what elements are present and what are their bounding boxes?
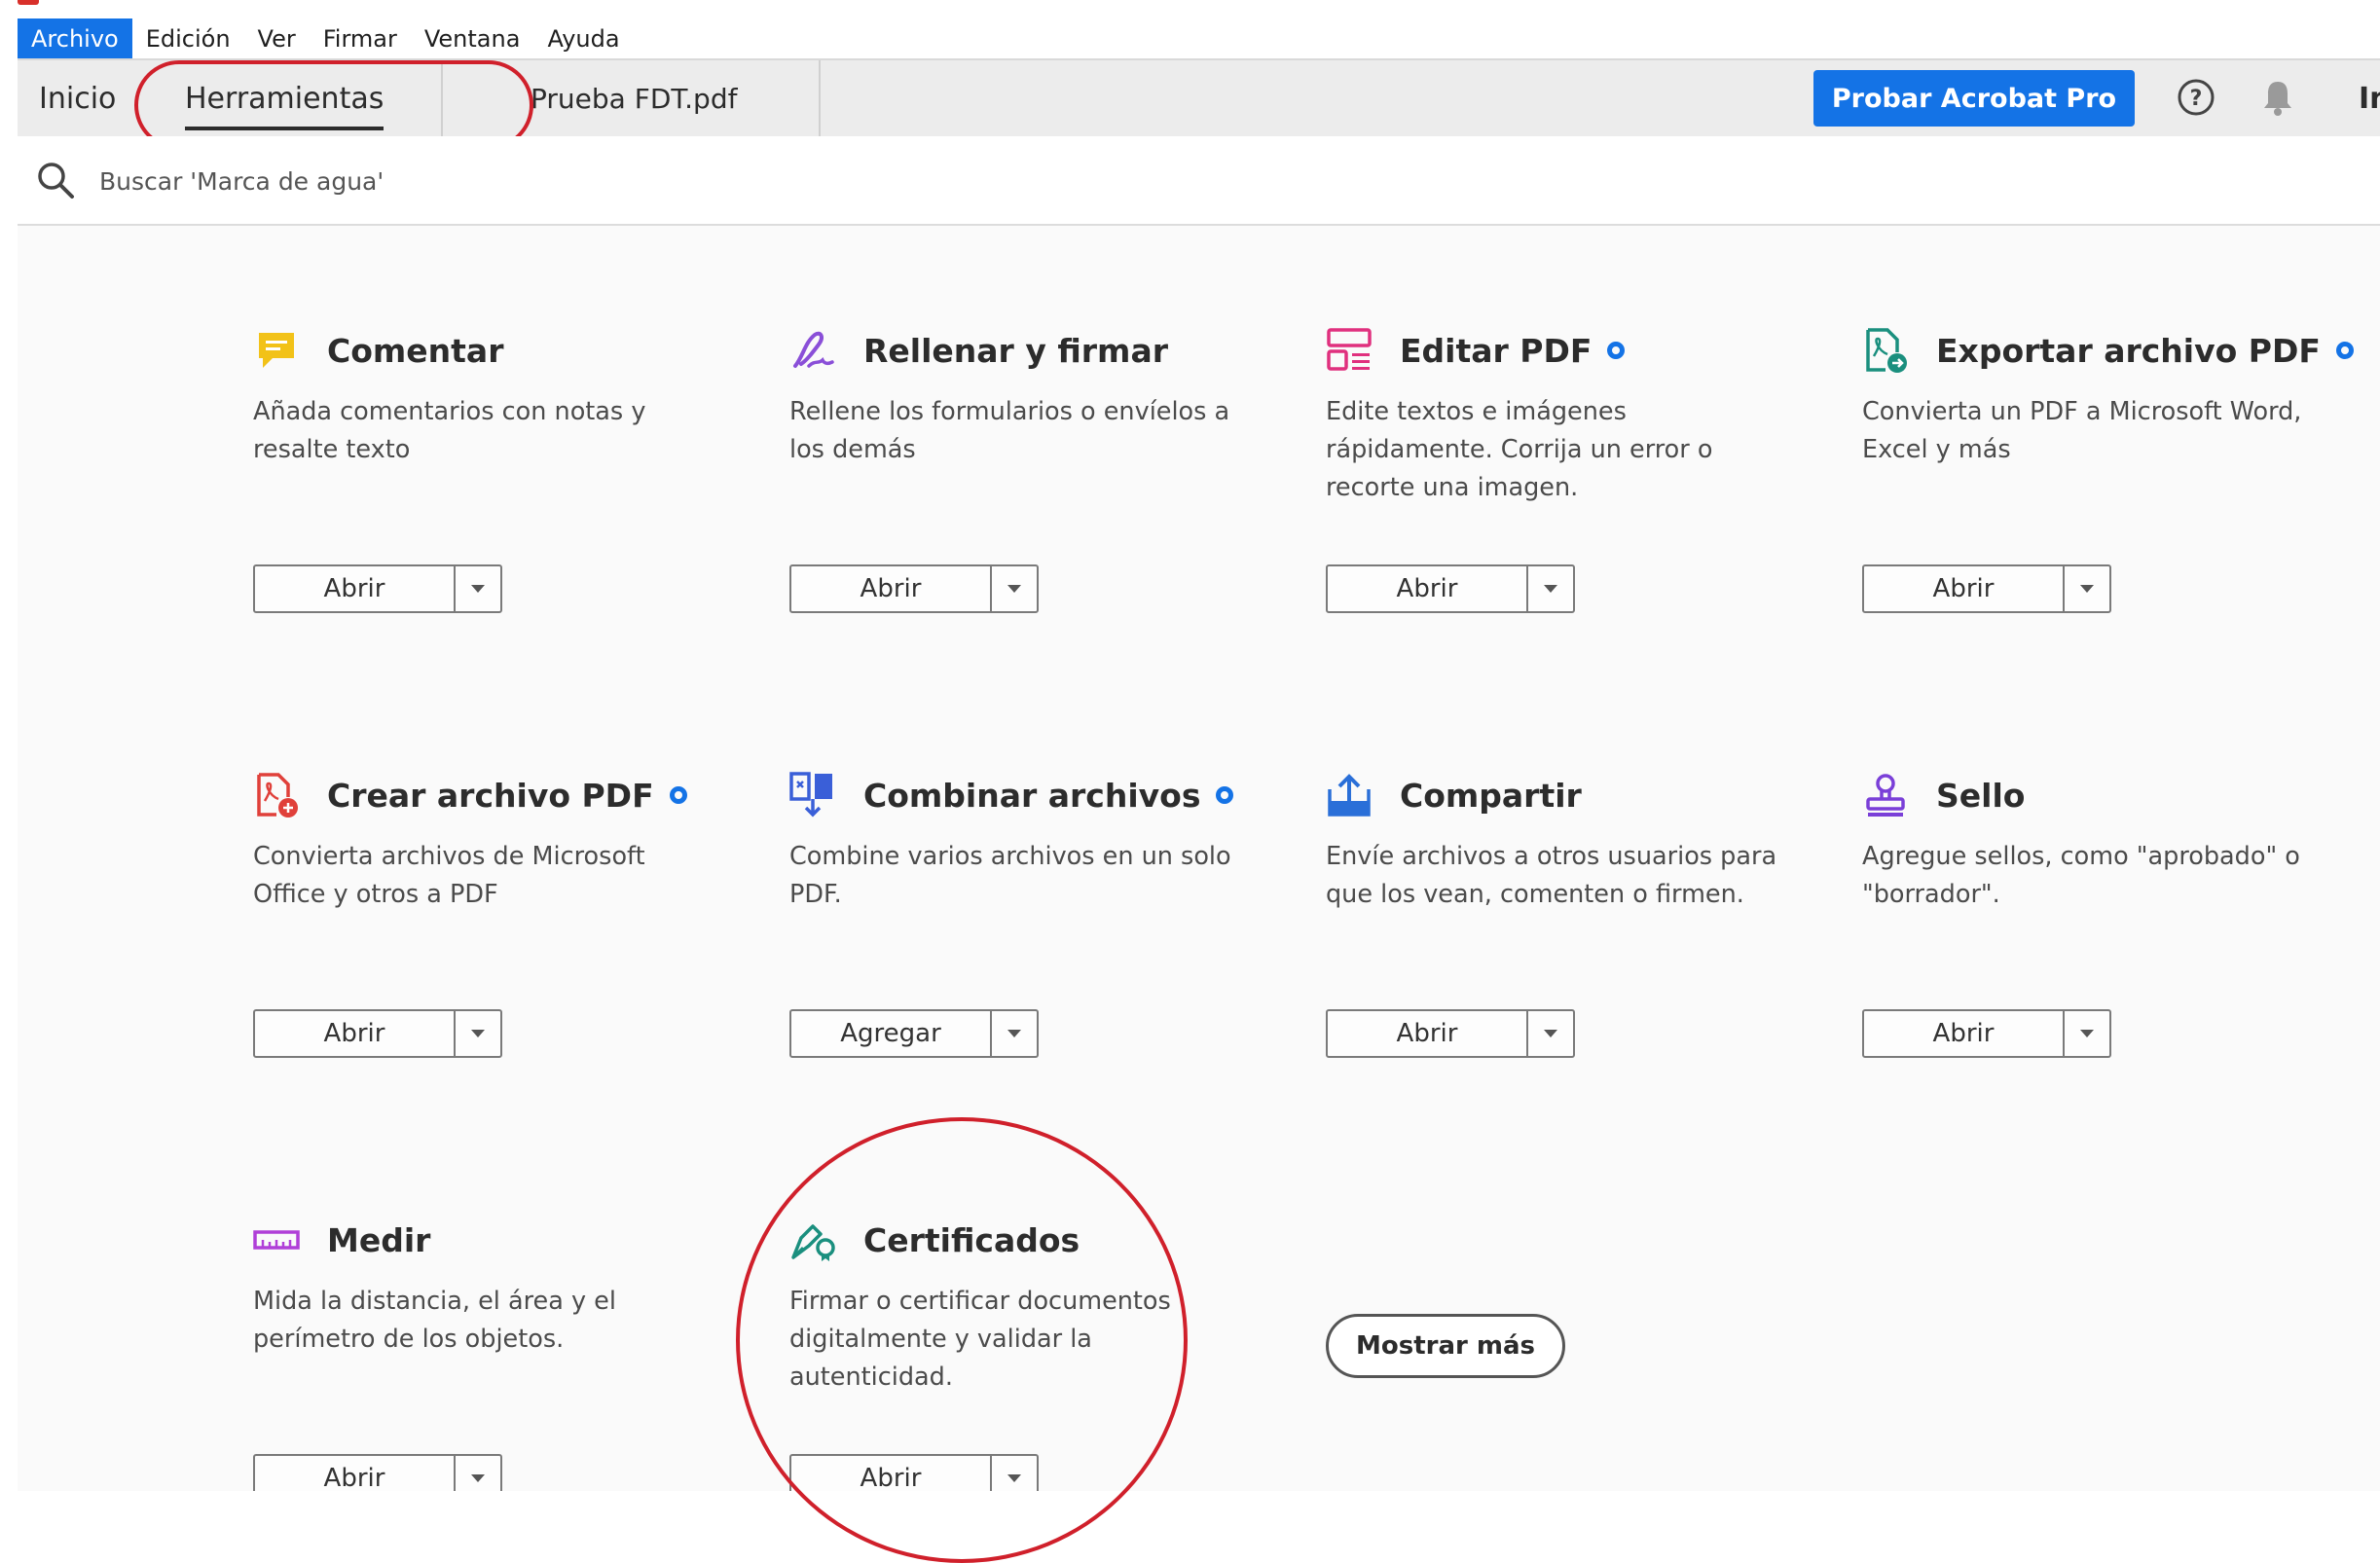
add-button[interactable]: Agregar [791,1011,992,1056]
chevron-down-icon [1544,585,1557,593]
add-split-button: Agregar [789,1009,1039,1058]
pro-feature-badge [2335,342,2354,359]
tool-card-editar-pdf: Editar PDF Edite textos e imágenes rápid… [1326,323,1812,613]
open-options-dropdown[interactable] [2065,566,2109,611]
chevron-down-icon [471,585,485,593]
open-button[interactable]: Abrir [1328,566,1528,611]
tool-description: Agregue sellos, como "aprobado" o "borra… [1862,842,2300,909]
chevron-down-icon [1544,1030,1557,1037]
tool-card-comentar: Comentar Añada comentarios con notas y r… [253,323,740,613]
tab-bar: Inicio Herramientas Prueba FDT.pdf Proba… [18,58,2380,150]
search-bar [18,136,2380,226]
help-icon[interactable]: ? [2177,78,2215,117]
comment-icon [253,327,300,374]
export-pdf-icon [1862,327,1909,374]
tool-title: Combinar archivos [863,776,1201,815]
open-button[interactable]: Abrir [791,566,992,611]
open-split-button: Abrir [253,1009,502,1058]
menu-ver[interactable]: Ver [244,18,310,58]
stamp-icon [1862,772,1909,818]
open-split-button: Abrir [1326,1009,1575,1058]
tool-card-combinar-archivos: Combinar archivos Combine varios archivo… [789,768,1276,1058]
menu-ayuda[interactable]: Ayuda [533,18,633,58]
open-button[interactable]: Abrir [1864,566,2065,611]
open-button[interactable]: Abrir [1864,1011,2065,1056]
fill-sign-icon [789,327,836,374]
tool-description: Combine varios archivos en un solo PDF. [789,842,1231,909]
open-split-button: Abrir [789,564,1039,613]
notifications-bell-icon[interactable] [2258,78,2297,117]
tool-description: Mida la distancia, el área y el perímetr… [253,1287,616,1354]
chevron-down-icon [471,1030,485,1037]
measure-icon [253,1217,300,1263]
tool-title: Crear archivo PDF [327,776,654,815]
tool-title: Exportar archivo PDF [1936,331,2321,370]
pro-feature-badge [1607,342,1626,359]
tool-card-compartir: Compartir Envíe archivos a otros usuario… [1326,768,1812,1058]
tool-title: Compartir [1400,776,1582,815]
share-icon [1326,772,1373,818]
edit-pdf-icon [1326,327,1373,374]
menu-ventana[interactable]: Ventana [411,18,534,58]
tool-title: Comentar [327,331,504,370]
tool-description: Convierta un PDF a Microsoft Word, Excel… [1862,397,2302,464]
menu-edicion[interactable]: Edición [132,18,244,58]
tool-description: Convierta archivos de Microsoft Office y… [253,842,645,909]
open-split-button: Abrir [1862,1009,2111,1058]
pro-feature-badge [669,786,687,804]
tools-grid: Comentar Añada comentarios con notas y r… [18,226,2380,1503]
tool-card-exportar-pdf: Exportar archivo PDF Convierta un PDF a … [1862,323,2354,613]
chevron-down-icon [1007,1030,1021,1037]
open-options-dropdown[interactable] [1528,1011,1573,1056]
svg-text:?: ? [2190,87,2203,111]
add-options-dropdown[interactable] [992,1011,1037,1056]
menu-archivo[interactable]: Archivo [18,18,132,58]
open-split-button: Abrir [253,564,502,613]
open-options-dropdown[interactable] [2065,1011,2109,1056]
tool-title: Sello [1936,776,2026,815]
certificates-highlight-annotation [736,1117,1188,1563]
open-split-button: Abrir [1862,564,2111,613]
tool-card-crear-pdf: Crear archivo PDF Convierta archivos de … [253,768,740,1058]
open-button[interactable]: Abrir [255,566,456,611]
combine-files-icon [789,772,836,818]
chevron-down-icon [471,1474,485,1482]
app-logo-mark [18,0,39,5]
tool-description: Rellene los formularios o envíelos a los… [789,397,1230,464]
open-options-dropdown[interactable] [1528,566,1573,611]
tool-card-rellenar-firmar: Rellenar y firmar Rellene los formulario… [789,323,1276,613]
chevron-down-icon [1007,585,1021,593]
open-button[interactable]: Abrir [255,1011,456,1056]
show-more-button[interactable]: Mostrar más [1326,1314,1565,1378]
create-pdf-icon [253,772,300,818]
try-acrobat-pro-button[interactable]: Probar Acrobat Pro [1813,70,2135,127]
menu-firmar[interactable]: Firmar [310,18,411,58]
open-button[interactable]: Abrir [1328,1011,1528,1056]
tool-description: Envíe archivos a otros usuarios para que… [1326,842,1777,909]
tool-title: Rellenar y firmar [863,331,1168,370]
chevron-down-icon [2080,585,2094,593]
tab-home[interactable]: Inicio [39,60,116,136]
chevron-down-icon [2080,1030,2094,1037]
open-split-button: Abrir [1326,564,1575,613]
search-icon [35,160,76,200]
tool-card-medir: Medir Mida la distancia, el área y el pe… [253,1213,740,1503]
bottom-margin [0,1491,2380,1556]
tool-title: Editar PDF [1400,331,1593,370]
sign-in-link[interactable]: Ini [2359,60,2380,136]
tool-search-input[interactable] [97,156,977,206]
open-options-dropdown[interactable] [992,566,1037,611]
tool-title: Medir [327,1220,431,1259]
window-top-strip [0,0,2380,18]
menu-bar: Archivo Edición Ver Firmar Ventana Ayuda [18,18,2380,58]
open-options-dropdown[interactable] [456,566,500,611]
tool-description: Añada comentarios con notas y resalte te… [253,397,646,464]
tool-card-sello: Sello Agregue sellos, como "aprobado" o … [1862,768,2349,1058]
open-options-dropdown[interactable] [456,1011,500,1056]
pro-feature-badge [1216,786,1234,804]
tool-description: Edite textos e imágenes rápidamente. Cor… [1326,397,1713,502]
